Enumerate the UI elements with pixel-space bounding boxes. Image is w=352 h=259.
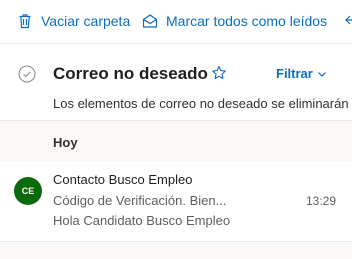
envelope-open-icon xyxy=(142,13,158,29)
circle-check-icon xyxy=(18,65,36,83)
message-subject: Código de Verificación. Bien... xyxy=(53,193,227,208)
message-preview: Hola Candidato Busco Empleo xyxy=(53,213,231,228)
list-bottom-area xyxy=(0,241,352,259)
trash-icon xyxy=(17,13,33,29)
message-list-item[interactable]: CE Contacto Busco Empleo Código de Verif… xyxy=(0,161,352,241)
chevron-down-icon xyxy=(317,71,326,77)
filter-button[interactable]: Filtrar xyxy=(276,66,327,81)
reply-icon xyxy=(344,13,352,29)
filter-label: Filtrar xyxy=(276,66,313,81)
mark-all-read-button[interactable]: Marcar todos como leídos xyxy=(142,10,327,32)
folder-title: Correo no deseado xyxy=(53,64,208,83)
favorite-button[interactable] xyxy=(211,65,227,81)
group-label: Hoy xyxy=(53,135,78,150)
select-all-checkbox[interactable] xyxy=(18,65,36,83)
empty-folder-label: Vaciar carpeta xyxy=(41,13,131,29)
avatar: CE xyxy=(14,177,42,205)
date-group-header: Hoy xyxy=(0,120,352,162)
overflow-button[interactable] xyxy=(344,10,352,32)
star-icon xyxy=(212,65,226,80)
mark-all-read-label: Marcar todos como leídos xyxy=(166,13,328,29)
junk-info-text: Los elementos de correo no deseado se el… xyxy=(53,96,349,111)
message-time: 13:29 xyxy=(306,194,337,208)
empty-folder-button[interactable]: Vaciar carpeta xyxy=(17,10,130,32)
message-sender: Contacto Busco Empleo xyxy=(53,172,193,187)
command-toolbar: Vaciar carpeta Marcar todos como leídos xyxy=(0,0,352,44)
